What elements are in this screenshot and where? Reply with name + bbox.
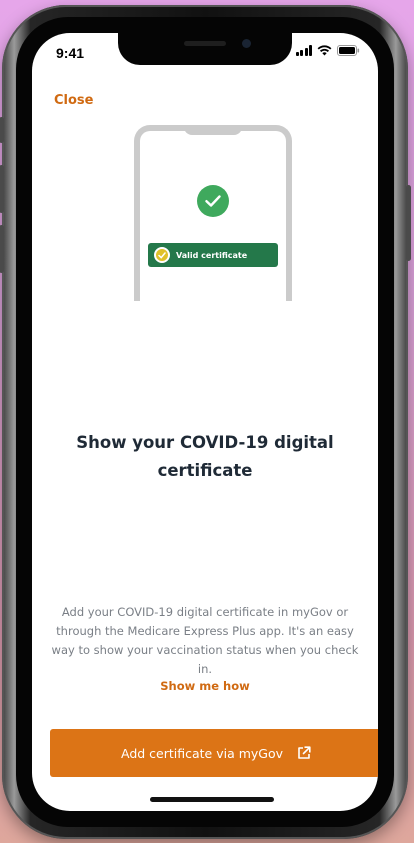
- silent-switch: [0, 117, 4, 143]
- page-title: Show your COVID-19 digital certificate: [76, 433, 334, 480]
- volume-up-button: [0, 165, 4, 213]
- checkmark-badge-icon: [154, 247, 170, 263]
- add-certificate-button[interactable]: Add certificate via myGov: [50, 729, 378, 777]
- external-link-icon: [298, 746, 311, 759]
- phone-frame: 9:41 Close Valid certificate Show your C…: [0, 5, 411, 839]
- notch: [118, 33, 292, 65]
- home-indicator[interactable]: [150, 797, 274, 802]
- description-text: Add your COVID-19 digital certificate in…: [51, 605, 359, 676]
- phone-outline-notch: [184, 125, 242, 135]
- valid-certificate-badge: Valid certificate: [148, 243, 278, 267]
- close-button[interactable]: Close: [54, 93, 93, 108]
- show-me-how-link[interactable]: Show me how: [50, 679, 360, 693]
- signal-icon: [295, 45, 312, 56]
- power-button: [406, 185, 411, 261]
- certificate-illustration: Valid certificate: [134, 125, 294, 301]
- wifi-icon: [317, 45, 332, 56]
- badge-check-icon: [158, 251, 166, 259]
- battery-icon: [337, 45, 360, 56]
- volume-down-button: [0, 225, 4, 273]
- status-time: 9:41: [56, 45, 85, 61]
- app-screen: 9:41 Close Valid certificate Show your C…: [32, 33, 378, 811]
- checkmark-icon: [205, 195, 221, 207]
- check-circle-icon: [197, 185, 229, 217]
- front-camera: [242, 39, 251, 48]
- valid-certificate-label: Valid certificate: [176, 250, 248, 260]
- status-icons: [295, 45, 361, 56]
- add-certificate-button-label: Add certificate via myGov: [120, 745, 284, 761]
- speaker-grille: [184, 41, 226, 46]
